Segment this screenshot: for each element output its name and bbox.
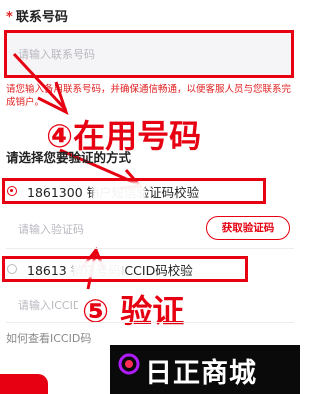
step-5-label: ⑤ 验证 bbox=[82, 292, 185, 330]
logo-text: 日正商城 bbox=[145, 358, 257, 389]
sms-code-input[interactable] bbox=[18, 222, 168, 236]
contact-highlight-box bbox=[4, 30, 294, 78]
iccid-input[interactable] bbox=[18, 298, 78, 312]
bottom-submit-button[interactable] bbox=[0, 374, 48, 394]
verify-method-title: 请选择您要验证的方式 bbox=[6, 150, 132, 165]
contact-tip: 请您输入备用联系号码，并确保通信畅通，以便客服人员与您联系完成销户。 bbox=[6, 84, 292, 108]
how-to-view-iccid-link[interactable]: 如何查看ICCID码 bbox=[6, 330, 91, 346]
logo-mark-icon bbox=[118, 353, 140, 375]
iccid-option-highlight bbox=[2, 256, 248, 282]
required-mark: * bbox=[6, 10, 13, 25]
get-code-button[interactable]: 获取验证码 bbox=[206, 216, 290, 240]
divider-1 bbox=[6, 248, 294, 249]
contact-title-text: 联系号码 bbox=[15, 10, 68, 25]
contact-number-title: * 联系号码 bbox=[6, 6, 68, 25]
divider-2 bbox=[6, 322, 294, 323]
sms-option-highlight bbox=[2, 178, 266, 204]
